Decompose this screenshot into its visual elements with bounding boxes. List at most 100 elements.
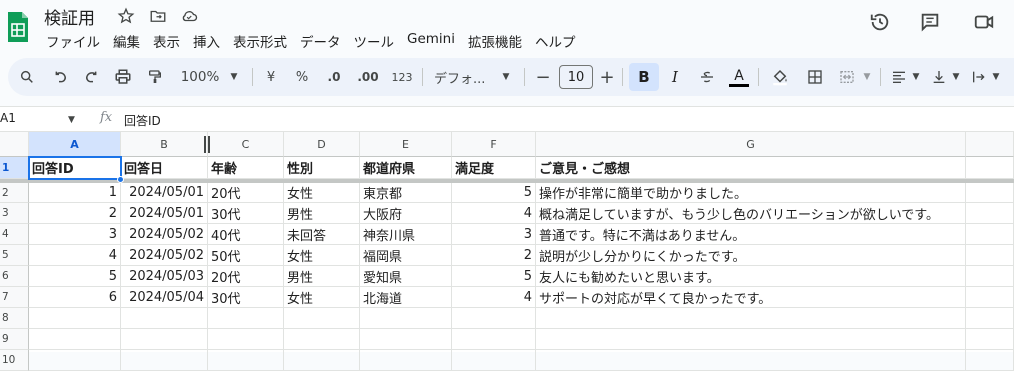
row-header-8[interactable]: 8 bbox=[0, 308, 29, 329]
empty-cell[interactable] bbox=[536, 308, 966, 329]
sheets-logo-icon[interactable] bbox=[6, 10, 30, 44]
menu-gemini[interactable]: Gemini bbox=[407, 31, 455, 51]
column-header-g[interactable]: G bbox=[536, 132, 966, 157]
text-wrapping-icon[interactable] bbox=[968, 65, 990, 89]
decrease-decimal-button[interactable]: .0 bbox=[322, 65, 346, 89]
table-cell[interactable]: 2 bbox=[452, 245, 536, 266]
row-header-7[interactable]: 7 bbox=[0, 287, 29, 308]
row-header-4[interactable]: 4 bbox=[0, 224, 29, 245]
name-box[interactable]: A1 bbox=[0, 111, 16, 125]
paint-format-icon[interactable] bbox=[144, 65, 166, 89]
table-header-cell[interactable]: 回答ID bbox=[29, 157, 121, 179]
row-header-2[interactable]: 2 bbox=[0, 183, 29, 203]
table-cell[interactable]: 大阪府 bbox=[360, 203, 452, 224]
menu-format[interactable]: 表示形式 bbox=[233, 31, 287, 51]
meet-video-icon[interactable] bbox=[970, 8, 998, 36]
empty-cell[interactable] bbox=[966, 203, 1014, 224]
align-chevron-down-icon[interactable]: ▼ bbox=[910, 65, 922, 89]
increase-decimal-button[interactable]: .00 bbox=[354, 65, 382, 89]
empty-cell[interactable] bbox=[121, 329, 208, 350]
empty-cell[interactable] bbox=[208, 350, 284, 371]
currency-format-button[interactable]: ¥ bbox=[262, 65, 280, 89]
merge-chevron-down-icon[interactable]: ▼ bbox=[861, 65, 873, 89]
table-cell[interactable]: サポートの対応が早くて良かったです。 bbox=[536, 287, 966, 308]
table-cell[interactable]: 30代 bbox=[208, 203, 284, 224]
table-cell[interactable]: 友人にも勧めたいと思います。 bbox=[536, 266, 966, 287]
strikethrough-icon[interactable] bbox=[696, 65, 718, 89]
table-cell[interactable]: 女性 bbox=[284, 287, 360, 308]
empty-cell[interactable] bbox=[966, 224, 1014, 245]
table-cell[interactable]: 東京都 bbox=[360, 183, 452, 203]
empty-cell[interactable] bbox=[284, 308, 360, 329]
column-resize-handle[interactable] bbox=[204, 136, 210, 153]
bold-button[interactable]: B bbox=[629, 63, 659, 91]
table-cell[interactable]: 2024/05/02 bbox=[121, 224, 208, 245]
menu-help[interactable]: ヘルプ bbox=[535, 31, 576, 51]
table-cell[interactable]: 5 bbox=[452, 183, 536, 203]
table-header-cell[interactable]: 性別 bbox=[284, 157, 360, 179]
table-header-cell[interactable]: 年齢 bbox=[208, 157, 284, 179]
formula-input[interactable]: 回答ID bbox=[124, 112, 161, 129]
table-cell[interactable]: 概ね満足していますが、もう少し色のバリエーションが欲しいです。 bbox=[536, 203, 966, 224]
table-cell[interactable]: 未回答 bbox=[284, 224, 360, 245]
empty-cell[interactable] bbox=[452, 350, 536, 371]
row-header-5[interactable]: 5 bbox=[0, 245, 29, 266]
undo-icon[interactable] bbox=[50, 65, 72, 89]
wrap-chevron-down-icon[interactable]: ▼ bbox=[990, 65, 1002, 89]
table-cell[interactable]: 4 bbox=[29, 245, 121, 266]
name-box-chevron-down-icon[interactable]: ▼ bbox=[68, 115, 75, 125]
font-size-input[interactable]: 10 bbox=[559, 65, 593, 89]
fill-handle[interactable] bbox=[117, 176, 124, 183]
table-cell[interactable]: 2024/05/04 bbox=[121, 287, 208, 308]
empty-cell[interactable] bbox=[966, 308, 1014, 329]
column-header-f[interactable]: F bbox=[452, 132, 536, 157]
menu-data[interactable]: データ bbox=[300, 31, 341, 51]
table-cell[interactable]: 3 bbox=[29, 224, 121, 245]
horizontal-align-icon[interactable] bbox=[888, 65, 910, 89]
table-cell[interactable]: 2024/05/03 bbox=[121, 266, 208, 287]
text-color-button[interactable]: A bbox=[728, 65, 750, 89]
table-cell[interactable]: 20代 bbox=[208, 266, 284, 287]
empty-cell[interactable] bbox=[966, 266, 1014, 287]
font-chevron-down-icon[interactable]: ▼ bbox=[500, 65, 512, 89]
empty-cell[interactable] bbox=[452, 329, 536, 350]
menu-view[interactable]: 表示 bbox=[153, 31, 180, 51]
table-cell[interactable]: 2024/05/02 bbox=[121, 245, 208, 266]
move-folder-icon[interactable] bbox=[148, 6, 168, 26]
spreadsheet-grid[interactable]: A B C D E F G 1 2 3 4 5 6 7 8 9 10 回答ID 回答日 年齢 性別 都道府県 満足度 ご意見・… bbox=[0, 132, 1014, 371]
table-cell[interactable]: 2 bbox=[29, 203, 121, 224]
column-header-a[interactable]: A bbox=[29, 132, 121, 157]
document-title[interactable]: 検証用 bbox=[44, 4, 95, 29]
number-format-button[interactable]: 123 bbox=[390, 65, 414, 89]
empty-cell[interactable] bbox=[208, 329, 284, 350]
empty-cell[interactable] bbox=[121, 308, 208, 329]
table-cell[interactable]: 4 bbox=[452, 287, 536, 308]
empty-cell[interactable] bbox=[29, 350, 121, 371]
empty-cell[interactable] bbox=[966, 183, 1014, 203]
print-icon[interactable] bbox=[112, 65, 134, 89]
table-header-cell[interactable]: 都道府県 bbox=[360, 157, 452, 179]
menu-insert[interactable]: 挿入 bbox=[193, 31, 220, 51]
empty-cell[interactable] bbox=[360, 329, 452, 350]
table-cell[interactable]: 40代 bbox=[208, 224, 284, 245]
empty-cell[interactable] bbox=[966, 350, 1014, 371]
table-cell[interactable]: 北海道 bbox=[360, 287, 452, 308]
table-cell[interactable]: 男性 bbox=[284, 203, 360, 224]
table-cell[interactable]: 50代 bbox=[208, 245, 284, 266]
column-header-h[interactable] bbox=[966, 132, 1014, 157]
table-cell[interactable]: 説明が少し分かりにくかったです。 bbox=[536, 245, 966, 266]
menu-tools[interactable]: ツール bbox=[354, 31, 395, 51]
table-cell[interactable]: 5 bbox=[29, 266, 121, 287]
empty-cell[interactable] bbox=[536, 329, 966, 350]
table-cell[interactable]: 30代 bbox=[208, 287, 284, 308]
comments-icon[interactable] bbox=[916, 8, 944, 36]
empty-cell[interactable] bbox=[966, 245, 1014, 266]
table-header-cell[interactable]: ご意見・ご感想 bbox=[536, 157, 966, 179]
empty-cell[interactable] bbox=[360, 350, 452, 371]
table-cell[interactable]: 神奈川県 bbox=[360, 224, 452, 245]
empty-cell[interactable] bbox=[966, 157, 1014, 179]
select-all-corner[interactable] bbox=[0, 132, 29, 157]
empty-cell[interactable] bbox=[966, 287, 1014, 308]
empty-cell[interactable] bbox=[284, 350, 360, 371]
table-cell[interactable]: 操作が非常に簡単で助かりました。 bbox=[536, 183, 966, 203]
